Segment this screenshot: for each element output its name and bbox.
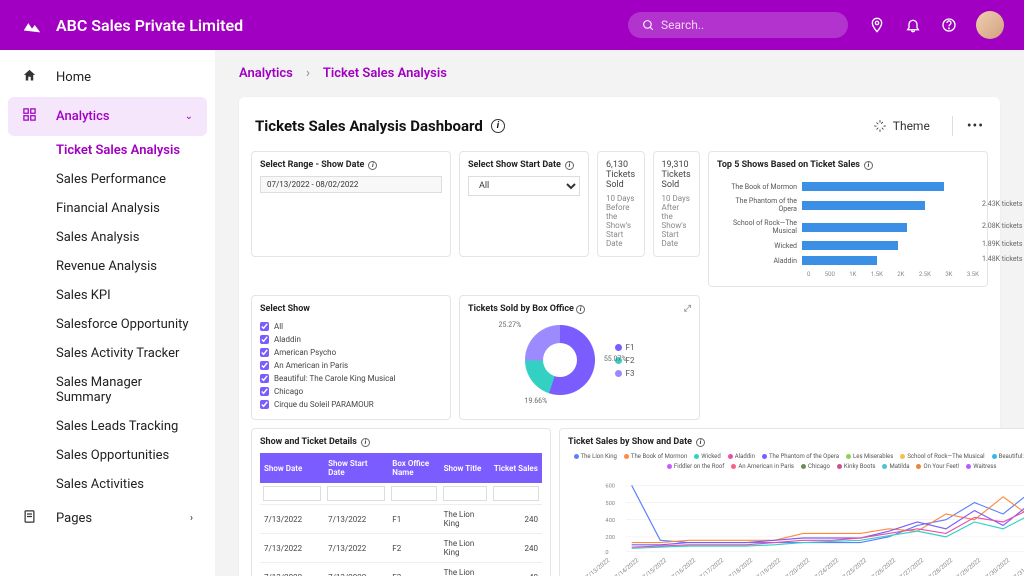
sidebar-subitem[interactable]: Revenue Analysis (8, 252, 207, 281)
help-icon[interactable] (940, 16, 958, 34)
card-table: Show and Ticket Detailsi Show DateShow S… (251, 428, 551, 576)
table-row[interactable]: 7/13/20227/13/2022F2The Lion King240 (260, 534, 542, 563)
search-box[interactable] (628, 12, 848, 38)
card-top5: Top 5 Shows Based on Ticket Salesi The B… (708, 151, 988, 287)
table-row[interactable]: 7/13/20227/13/2022F3The Lion King40 (260, 563, 542, 576)
sidebar-subitem[interactable]: Sales KPI (8, 281, 207, 310)
breadcrumb-leaf: Ticket Sales Analysis (323, 66, 447, 81)
sidebar-subitem[interactable]: Sales Analysis (8, 223, 207, 252)
svg-text:600: 600 (605, 484, 615, 490)
card-donut: Tickets Sold by Box Office i⤢ 55.07% 19.… (459, 295, 700, 420)
dashboard-panel: Tickets Sales Analysis Dashboard i Theme… (239, 97, 1000, 576)
info-icon[interactable]: i (565, 161, 574, 170)
sidebar-subitem[interactable]: Sales Performance (8, 165, 207, 194)
show-checkbox[interactable]: Cirque du Soleil PARAMOUR (260, 398, 442, 411)
location-icon[interactable] (868, 16, 886, 34)
show-checkbox[interactable]: All (260, 320, 442, 333)
card-start-date: Select Show Start Datei All (459, 151, 589, 257)
sidebar-label: Home (56, 70, 91, 85)
main-content: Analytics › Ticket Sales Analysis Ticket… (215, 50, 1024, 576)
info-icon[interactable]: i (368, 161, 377, 170)
show-checkbox[interactable]: Aladdin (260, 333, 442, 346)
sparkle-icon (873, 119, 887, 133)
date-range-input[interactable]: 07/13/2022 - 08/02/2022 (260, 176, 442, 193)
svg-text:400: 400 (605, 518, 615, 524)
card-line-chart: Ticket Sales by Show and Datei The Lion … (559, 428, 1024, 576)
card-date-range: Select Range - Show Datei 07/13/2022 - 0… (251, 151, 451, 257)
breadcrumb-root[interactable]: Analytics (239, 66, 293, 81)
filter-input[interactable] (327, 486, 385, 501)
breadcrumb-sep: › (306, 66, 310, 81)
filter-input[interactable] (391, 486, 436, 501)
sidebar-item-home[interactable]: Home (8, 58, 207, 97)
info-icon[interactable]: i (864, 161, 873, 170)
theme-button[interactable]: Theme (865, 115, 938, 137)
sidebar-subitem[interactable]: Financial Analysis (8, 194, 207, 223)
filter-input[interactable] (493, 486, 539, 501)
card-kpi-before: 6,130 Tickets Sold 10 Days Before the Sh… (597, 151, 645, 257)
sidebar-subitem[interactable]: Sales Leads Tracking (8, 412, 207, 441)
dashboard-title: Tickets Sales Analysis Dashboard (255, 117, 483, 135)
info-icon[interactable]: i (696, 438, 705, 447)
bar-chart: The Book of MormonThe Phantom of the Ope… (717, 176, 979, 265)
card-select-show: Select Show AllAladdinAmerican PsychoAn … (251, 295, 451, 420)
sidebar-subitem[interactable]: Sales Manager Summary (8, 368, 207, 412)
sidebar-subitem[interactable]: Sales Opportunities (8, 441, 207, 470)
chevron-right-icon: › (190, 513, 193, 524)
show-checkbox[interactable]: Beautiful: The Carole King Musical (260, 372, 442, 385)
sidebar: Home Analytics ⌄ Ticket Sales AnalysisSa… (0, 50, 215, 576)
logo-icon (20, 13, 44, 37)
show-checkbox[interactable]: An American in Paris (260, 359, 442, 372)
search-icon (642, 19, 655, 32)
bell-icon[interactable] (904, 16, 922, 34)
donut-chart (525, 325, 595, 395)
more-button[interactable]: ••• (967, 118, 984, 134)
show-checkbox[interactable]: Chicago (260, 385, 442, 398)
home-icon (22, 68, 38, 87)
line-chart: 600 500 400 200 0 (568, 474, 1024, 554)
sidebar-subitem[interactable]: Sales Activity Tracker (8, 339, 207, 368)
details-table: Show DateShow Start DateBox Office NameS… (260, 453, 542, 576)
chevron-down-icon: ⌄ (185, 111, 193, 122)
sidebar-item-pages[interactable]: Pages › (8, 499, 207, 538)
grid-icon (22, 107, 38, 126)
company-name: ABC Sales Private Limited (56, 16, 243, 35)
info-icon[interactable]: i (491, 119, 505, 133)
svg-text:200: 200 (605, 535, 615, 541)
sidebar-item-analytics[interactable]: Analytics ⌄ (8, 97, 207, 136)
user-avatar[interactable] (976, 11, 1004, 39)
sidebar-subitem[interactable]: Ticket Sales Analysis (8, 136, 207, 165)
breadcrumb: Analytics › Ticket Sales Analysis (239, 66, 1000, 81)
pages-icon (22, 509, 38, 528)
filter-input[interactable] (443, 486, 487, 501)
sidebar-subitem[interactable]: Sales Activities (8, 470, 207, 499)
card-kpi-after: 19,310 Tickets Sold 10 Days After the Sh… (653, 151, 701, 257)
info-icon[interactable]: i (361, 438, 370, 447)
sidebar-subitem[interactable]: Salesforce Opportunity (8, 310, 207, 339)
divider (952, 116, 953, 136)
expand-icon[interactable]: ⤢ (684, 304, 691, 314)
svg-text:500: 500 (605, 501, 615, 507)
app-header: ABC Sales Private Limited (0, 0, 1024, 50)
info-icon[interactable]: i (576, 305, 585, 314)
sidebar-label: Analytics (56, 109, 110, 124)
start-date-select[interactable]: All (468, 176, 580, 196)
table-row[interactable]: 7/13/20227/13/2022F1The Lion King240 (260, 505, 542, 534)
filter-input[interactable] (263, 486, 321, 501)
show-checkbox[interactable]: American Psycho (260, 346, 442, 359)
svg-text:0: 0 (605, 550, 608, 554)
sidebar-label: Pages (56, 511, 92, 526)
search-input[interactable] (661, 18, 834, 32)
